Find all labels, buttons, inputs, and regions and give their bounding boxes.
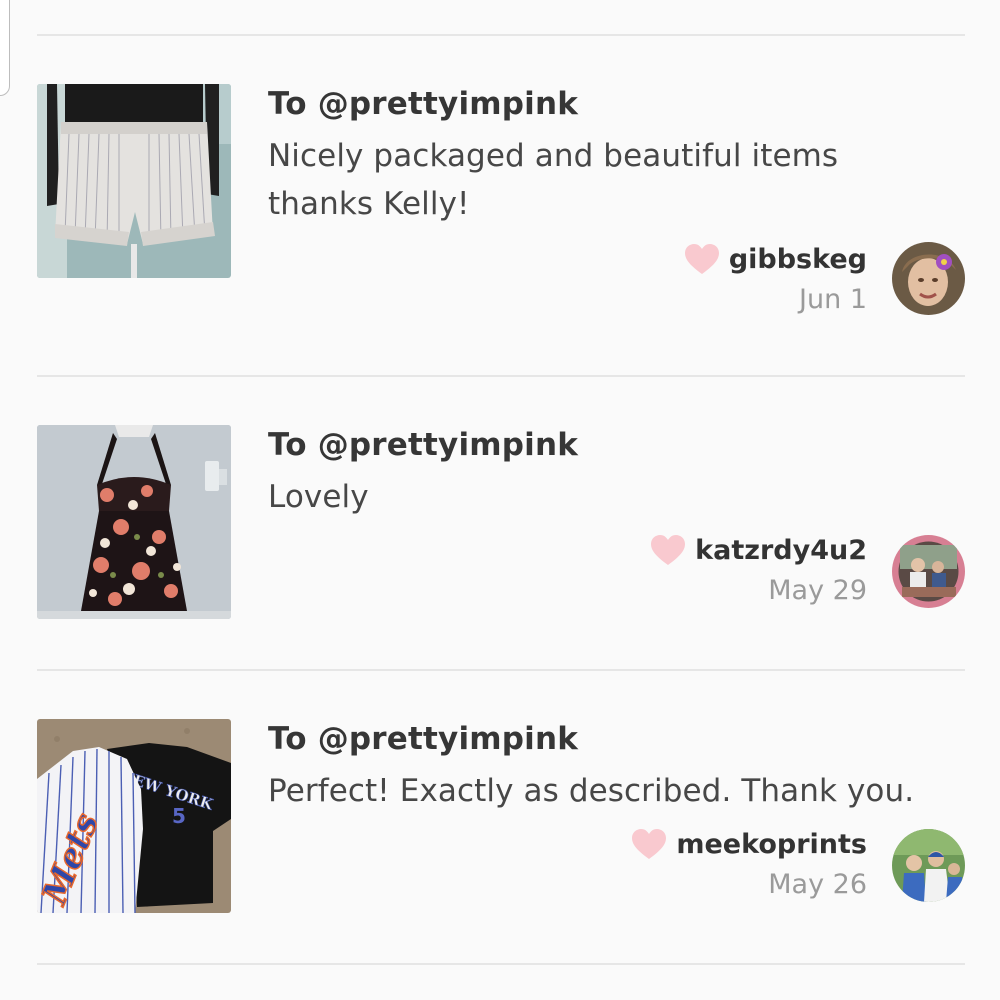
reviewer-username[interactable]: katzrdy4u2 bbox=[695, 535, 867, 566]
review-item[interactable]: To @prettyimpink Nicely packaged and bea… bbox=[37, 84, 965, 324]
dress-photo-icon bbox=[37, 425, 231, 619]
product-thumbnail[interactable] bbox=[37, 425, 231, 619]
user-avatar-photo-icon bbox=[892, 535, 965, 608]
review-meta: meekoprints May 26 bbox=[630, 827, 867, 905]
review-meta: katzrdy4u2 May 29 bbox=[649, 533, 867, 611]
reviewer-username[interactable]: gibbskeg bbox=[729, 244, 867, 275]
divider bbox=[37, 963, 965, 965]
review-recipient: To @prettyimpink bbox=[268, 427, 579, 463]
shorts-photo-icon bbox=[37, 84, 231, 278]
svg-text:5: 5 bbox=[172, 804, 186, 828]
reviewer-avatar[interactable] bbox=[892, 829, 965, 902]
heart-icon[interactable] bbox=[649, 533, 687, 567]
review-date: May 26 bbox=[768, 869, 867, 900]
review-date: Jun 1 bbox=[799, 284, 867, 315]
user-avatar-photo-icon bbox=[892, 829, 965, 902]
review-comment: Nicely packaged and beautiful items than… bbox=[268, 138, 839, 222]
user-avatar-photo-icon bbox=[892, 242, 965, 315]
review-date: May 29 bbox=[768, 575, 867, 606]
heart-icon[interactable] bbox=[630, 827, 668, 861]
product-thumbnail[interactable] bbox=[37, 84, 231, 278]
product-thumbnail[interactable]: NEW YORK 5 Mets bbox=[37, 719, 231, 913]
divider bbox=[37, 34, 965, 36]
divider bbox=[37, 669, 965, 671]
review-comment: Lovely bbox=[268, 479, 369, 515]
review-comment: Perfect! Exactly as described. Thank you… bbox=[268, 773, 915, 809]
heart-icon[interactable] bbox=[683, 242, 721, 276]
reviewer-username[interactable]: meekoprints bbox=[676, 829, 867, 860]
jersey-photo-icon: NEW YORK 5 Mets bbox=[37, 719, 231, 913]
reviewer-avatar[interactable] bbox=[892, 242, 965, 315]
divider bbox=[37, 375, 965, 377]
review-recipient: To @prettyimpink bbox=[268, 86, 579, 122]
scroll-edge-tab bbox=[0, 0, 10, 96]
review-recipient: To @prettyimpink bbox=[268, 721, 579, 757]
reviewer-avatar[interactable] bbox=[892, 535, 965, 608]
review-item[interactable]: NEW YORK 5 Mets To @prettyimpink Perfect… bbox=[37, 719, 965, 959]
review-meta: gibbskeg Jun 1 bbox=[683, 242, 867, 320]
review-item[interactable]: To @prettyimpink Lovely katzrdy4u2 May 2… bbox=[37, 425, 965, 665]
